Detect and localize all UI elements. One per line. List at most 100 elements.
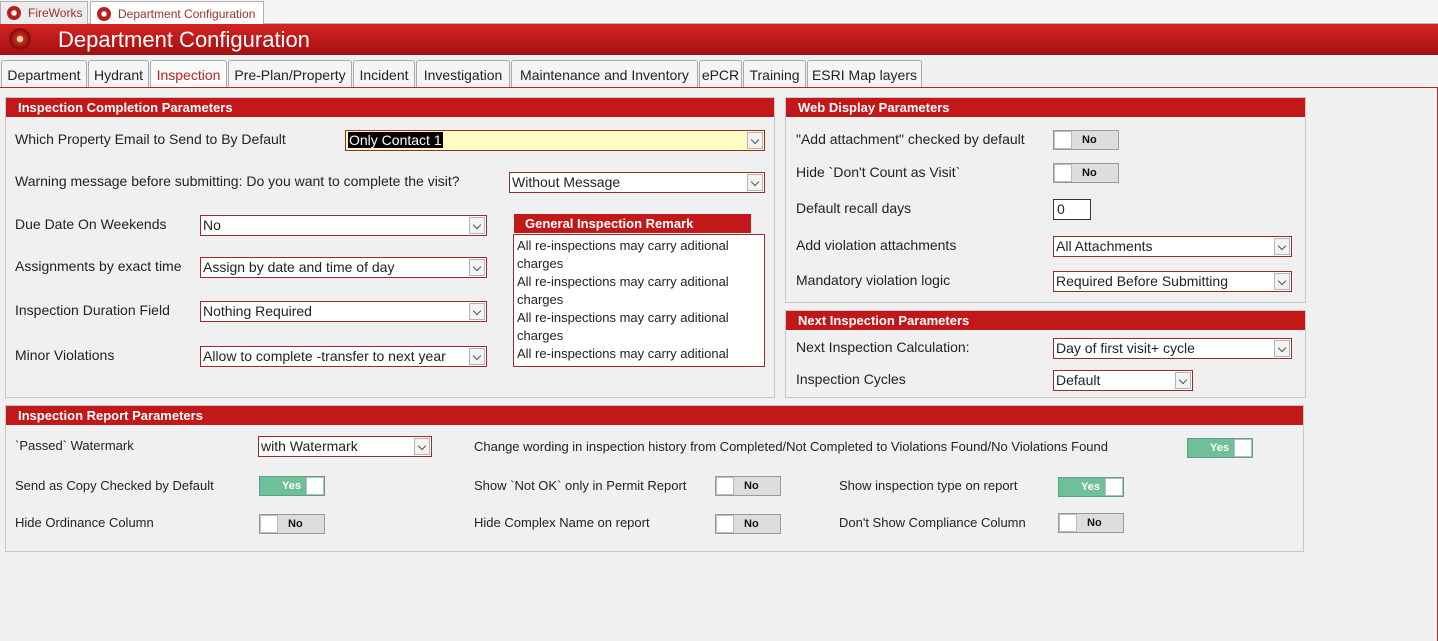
chevron-down-icon[interactable] bbox=[1274, 340, 1290, 357]
assign-label: Assignments by exact time bbox=[15, 258, 182, 274]
remark-line: charges bbox=[517, 328, 564, 343]
next-calc-combo[interactable]: Day of first visit+ cycle bbox=[1053, 338, 1292, 359]
chevron-down-icon[interactable] bbox=[747, 132, 763, 149]
complex-name-toggle[interactable]: No bbox=[715, 514, 781, 534]
assign-combo[interactable]: Assign by date and time of day bbox=[200, 257, 487, 278]
tab-training[interactable]: Training bbox=[743, 60, 806, 88]
recall-days-input[interactable]: 0 bbox=[1053, 199, 1091, 220]
weekend-label: Due Date On Weekends bbox=[15, 216, 167, 232]
ordinance-toggle[interactable]: No bbox=[259, 514, 325, 534]
combo-value: Only Contact 1 bbox=[348, 132, 443, 148]
inspection-type-toggle[interactable]: Yes bbox=[1058, 477, 1124, 497]
watermark-label: `Passed` Watermark bbox=[15, 438, 134, 453]
fireworks-logo-icon bbox=[97, 6, 111, 21]
general-remark-textarea[interactable]: All re-inspections may carry aditional c… bbox=[513, 234, 765, 367]
toggle-knob bbox=[1105, 478, 1123, 496]
recall-days-label: Default recall days bbox=[796, 200, 912, 216]
panel-title: Inspection Report Parameters bbox=[6, 406, 1303, 425]
not-ok-label: Show `Not OK` only in Permit Report bbox=[474, 478, 687, 493]
mandatory-logic-label: Mandatory violation logic bbox=[796, 272, 951, 288]
combo-value: Required Before Submitting bbox=[1056, 273, 1228, 289]
warning-combo[interactable]: Without Message bbox=[509, 172, 765, 193]
combo-value: Without Message bbox=[512, 174, 621, 190]
combo-value: Nothing Required bbox=[203, 303, 312, 319]
chevron-down-icon[interactable] bbox=[469, 348, 485, 365]
combo-value: All Attachments bbox=[1056, 238, 1153, 254]
toggle-text: No bbox=[1082, 134, 1097, 146]
tab-epcr[interactable]: ePCR bbox=[699, 60, 742, 88]
tab-pre-plan-property[interactable]: Pre-Plan/Property bbox=[228, 60, 352, 88]
warning-label: Warning message before submitting: Do yo… bbox=[15, 173, 460, 189]
hide-visit-label: Hide `Don't Count as Visit` bbox=[796, 164, 961, 180]
inspection-cycles-combo[interactable]: Default bbox=[1053, 370, 1193, 391]
tab-hydrant[interactable]: Hydrant bbox=[88, 60, 149, 88]
tab-esri-map-layers[interactable]: ESRI Map layers bbox=[807, 60, 922, 88]
remark-line: All re-inspections may carry aditional bbox=[517, 310, 729, 325]
tab-department[interactable]: Department bbox=[1, 60, 87, 88]
watermark-combo[interactable]: with Watermark bbox=[258, 436, 432, 457]
panel-title: Next Inspection Parameters bbox=[786, 311, 1305, 330]
email-combo[interactable]: Only Contact 1 bbox=[345, 130, 765, 151]
hide-visit-toggle[interactable]: No bbox=[1053, 163, 1119, 183]
panel-title: Inspection Completion Parameters bbox=[6, 98, 774, 117]
wording-toggle[interactable]: Yes bbox=[1187, 438, 1253, 458]
tab-inspection[interactable]: Inspection bbox=[150, 60, 227, 88]
chevron-down-icon[interactable] bbox=[414, 438, 430, 455]
toggle-text: No bbox=[288, 518, 303, 530]
toggle-text: Yes bbox=[1210, 442, 1229, 454]
minor-violations-combo[interactable]: Allow to complete -transfer to next year bbox=[200, 346, 487, 367]
add-attachment-toggle[interactable]: No bbox=[1053, 130, 1119, 150]
remark-line: All re-inspections may carry aditional bbox=[517, 238, 729, 253]
mandatory-logic-combo[interactable]: Required Before Submitting bbox=[1053, 271, 1292, 292]
not-ok-toggle[interactable]: No bbox=[715, 476, 781, 496]
compliance-toggle[interactable]: No bbox=[1058, 513, 1124, 533]
department-badge-icon bbox=[6, 26, 36, 54]
combo-value: Assign by date and time of day bbox=[203, 259, 395, 275]
toggle-text: Yes bbox=[1081, 481, 1100, 493]
wording-label: Change wording in inspection history fro… bbox=[474, 439, 1108, 454]
duration-combo[interactable]: Nothing Required bbox=[200, 301, 487, 322]
doc-tab-fireworks[interactable]: FireWorks bbox=[0, 1, 88, 24]
tab-investigation[interactable]: Investigation bbox=[416, 60, 510, 88]
compliance-label: Don't Show Compliance Column bbox=[839, 515, 1026, 530]
chevron-down-icon[interactable] bbox=[469, 303, 485, 320]
chevron-down-icon[interactable] bbox=[747, 174, 763, 191]
tab-incident[interactable]: Incident bbox=[353, 60, 415, 88]
email-label: Which Property Email to Send to By Defau… bbox=[15, 131, 286, 147]
main-tab-bar: Department Hydrant Inspection Pre-Plan/P… bbox=[0, 60, 1438, 88]
toggle-knob bbox=[1054, 131, 1072, 149]
combo-value: Allow to complete -transfer to next year bbox=[203, 348, 446, 364]
combo-value: No bbox=[203, 217, 221, 233]
send-copy-toggle[interactable]: Yes bbox=[259, 476, 325, 496]
toggle-text: No bbox=[744, 518, 759, 530]
toggle-knob bbox=[306, 477, 324, 495]
inspection-type-label: Show inspection type on report bbox=[839, 478, 1018, 493]
send-copy-label: Send as Copy Checked by Default bbox=[15, 478, 214, 493]
inspection-cycles-label: Inspection Cycles bbox=[796, 371, 906, 387]
combo-value: Day of first visit+ cycle bbox=[1056, 340, 1195, 356]
toggle-text: No bbox=[1082, 167, 1097, 179]
remark-line: charges bbox=[517, 256, 564, 271]
remark-line: charges bbox=[517, 292, 564, 307]
form-header: Department Configuration bbox=[0, 24, 1438, 55]
remark-title: General Inspection Remark bbox=[514, 214, 751, 233]
panel-title: Web Display Parameters bbox=[786, 98, 1305, 117]
fireworks-logo-icon bbox=[7, 6, 21, 20]
doc-tab-label: FireWorks bbox=[28, 6, 83, 20]
chevron-down-icon[interactable] bbox=[1175, 372, 1191, 389]
doc-tab-department-configuration[interactable]: Department Configuration bbox=[90, 1, 264, 25]
toggle-knob bbox=[1059, 514, 1077, 532]
chevron-down-icon[interactable] bbox=[469, 217, 485, 234]
chevron-down-icon[interactable] bbox=[469, 259, 485, 276]
violation-attachments-combo[interactable]: All Attachments bbox=[1053, 236, 1292, 257]
next-calc-label: Next Inspection Calculation: bbox=[796, 339, 970, 355]
chevron-down-icon[interactable] bbox=[1274, 273, 1290, 290]
chevron-down-icon[interactable] bbox=[1274, 238, 1290, 255]
ordinance-label: Hide Ordinance Column bbox=[15, 515, 154, 530]
weekend-combo[interactable]: No bbox=[200, 215, 487, 236]
combo-value: with Watermark bbox=[261, 438, 358, 454]
add-attachment-label: "Add attachment" checked by default bbox=[796, 131, 1025, 147]
document-tab-bar: FireWorks Department Configuration bbox=[0, 0, 1438, 25]
tab-maintenance-inventory[interactable]: Maintenance and Inventory bbox=[511, 60, 698, 88]
remark-line: All re-inspections may carry aditional bbox=[517, 346, 729, 361]
